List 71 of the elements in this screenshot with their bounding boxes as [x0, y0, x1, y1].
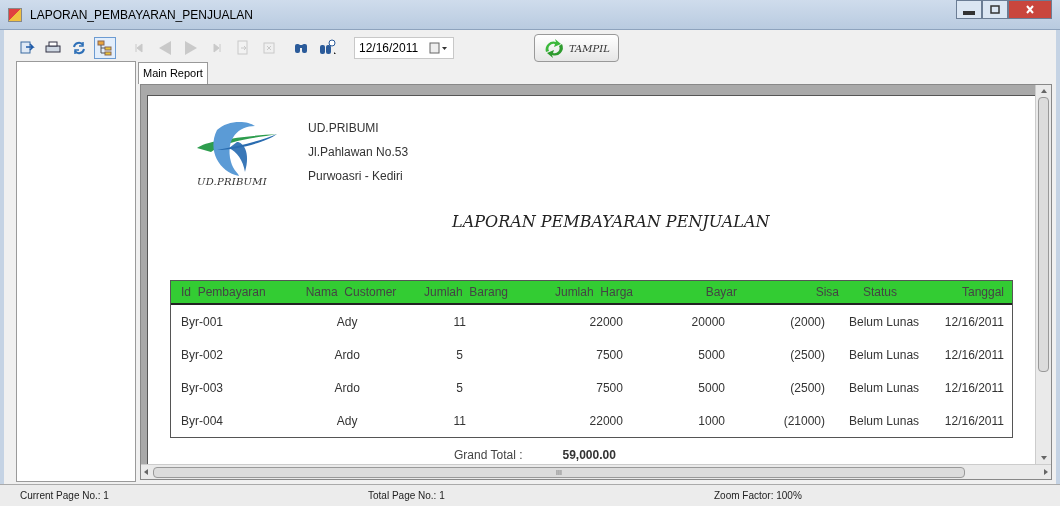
table-cell-text: Ady — [335, 412, 359, 430]
binoculars-dropdown-icon — [318, 39, 336, 57]
table-cell-text: (2500) — [789, 346, 826, 364]
maximize-icon — [987, 2, 1003, 17]
column-header: Tanggal — [961, 284, 1005, 301]
status-text: Total Page No.: 1 — [368, 489, 446, 503]
column-header: Sisa — [814, 284, 840, 301]
maximize-button[interactable] — [982, 0, 1008, 19]
table-cell-text: (2500) — [789, 379, 826, 397]
table-cell-text: 7500 — [595, 346, 624, 364]
table-cell-text: 1000 — [697, 412, 726, 430]
table-cell-text: (2000) — [789, 313, 826, 331]
table-cell-text: Byr-004 — [180, 412, 225, 430]
column-header: Jumlah Barang — [422, 284, 509, 301]
date-field[interactable]: 12/16/2011 — [354, 37, 454, 59]
table-cell-text: 11 — [452, 412, 467, 430]
table-cell-text: 5 — [455, 346, 464, 364]
show-button[interactable]: TAMPIL — [534, 34, 619, 62]
table-cell-text: 22000 — [588, 313, 624, 331]
table-cell-text: Ady — [335, 313, 359, 331]
arrows-icon — [543, 38, 565, 58]
refresh-icon — [70, 39, 88, 57]
column-header: Bayar — [704, 284, 738, 301]
table-cell-text: 7500 — [595, 379, 624, 397]
table-cell-text: Byr-002 — [180, 346, 225, 364]
status-text: Current Page No.: 1 — [20, 489, 110, 503]
table-cell-text: 20000 — [690, 313, 726, 331]
table-cell-text: Byr-001 — [180, 313, 225, 331]
table-cell-text: 22000 — [588, 412, 624, 430]
table-cell-text: 12/16/2011 — [944, 412, 1005, 430]
table-cell-text: Ardo — [333, 346, 361, 364]
group-tree-button[interactable] — [94, 37, 116, 59]
table-cell-text: Ardo — [333, 379, 361, 397]
table-cell-text: 12/16/2011 — [944, 346, 1005, 364]
column-header: Jumlah Harga — [553, 284, 634, 301]
window-title: LAPORAN_PEMBAYARAN_PENJUALAN — [30, 6, 253, 24]
table-cell-text: Byr-003 — [180, 379, 225, 397]
company-info: Jl.Pahlawan No.53 — [308, 144, 409, 161]
report-title: LAPORAN PEMBAYARAN PENJUALAN — [452, 211, 770, 233]
vertical-scrollbar[interactable] — [1035, 85, 1051, 464]
company-info: UD.PRIBUMI — [308, 120, 380, 137]
stop-icon — [260, 39, 278, 57]
calendar-dropdown-icon[interactable] — [429, 42, 449, 54]
column-header: Status — [862, 284, 899, 301]
table-cell-text: 5000 — [697, 379, 726, 397]
logo-text: UD.PRIBUMI — [197, 175, 267, 189]
app-icon — [8, 7, 22, 22]
table-cell-text: Belum Lunas — [848, 379, 921, 397]
grand-total-value: 59,000.00 — [562, 447, 616, 464]
export-icon — [18, 39, 36, 57]
table-cell-text: (21000) — [782, 412, 826, 430]
scroll-down-icon[interactable] — [1039, 454, 1048, 462]
column-header: Id Pembayaran — [180, 284, 267, 301]
table-cell-text: Belum Lunas — [848, 412, 921, 430]
table-cell-text: 5000 — [697, 346, 726, 364]
column-header: Nama Customer — [304, 284, 398, 301]
report-tab[interactable]: Main Report — [138, 62, 208, 84]
table-cell-text: 12/16/2011 — [944, 379, 1005, 397]
table-cell-text: 11 — [452, 313, 467, 331]
company-info: Purwoasri - Kediri — [308, 168, 404, 185]
scroll-up-icon[interactable] — [1039, 87, 1048, 95]
group-tree-icon — [96, 39, 114, 57]
grand-total-label: Grand Total : — [454, 447, 523, 464]
status-text: Zoom Factor: 100% — [714, 489, 803, 503]
table-cell-text: 12/16/2011 — [944, 313, 1005, 331]
minimize-icon — [963, 11, 975, 15]
table-cell-text: Belum Lunas — [848, 346, 921, 364]
close-button[interactable] — [1008, 0, 1052, 19]
table-cell-text: 5 — [455, 379, 464, 397]
minimize-button[interactable] — [956, 0, 982, 19]
table-cell-text: Belum Lunas — [848, 313, 921, 331]
